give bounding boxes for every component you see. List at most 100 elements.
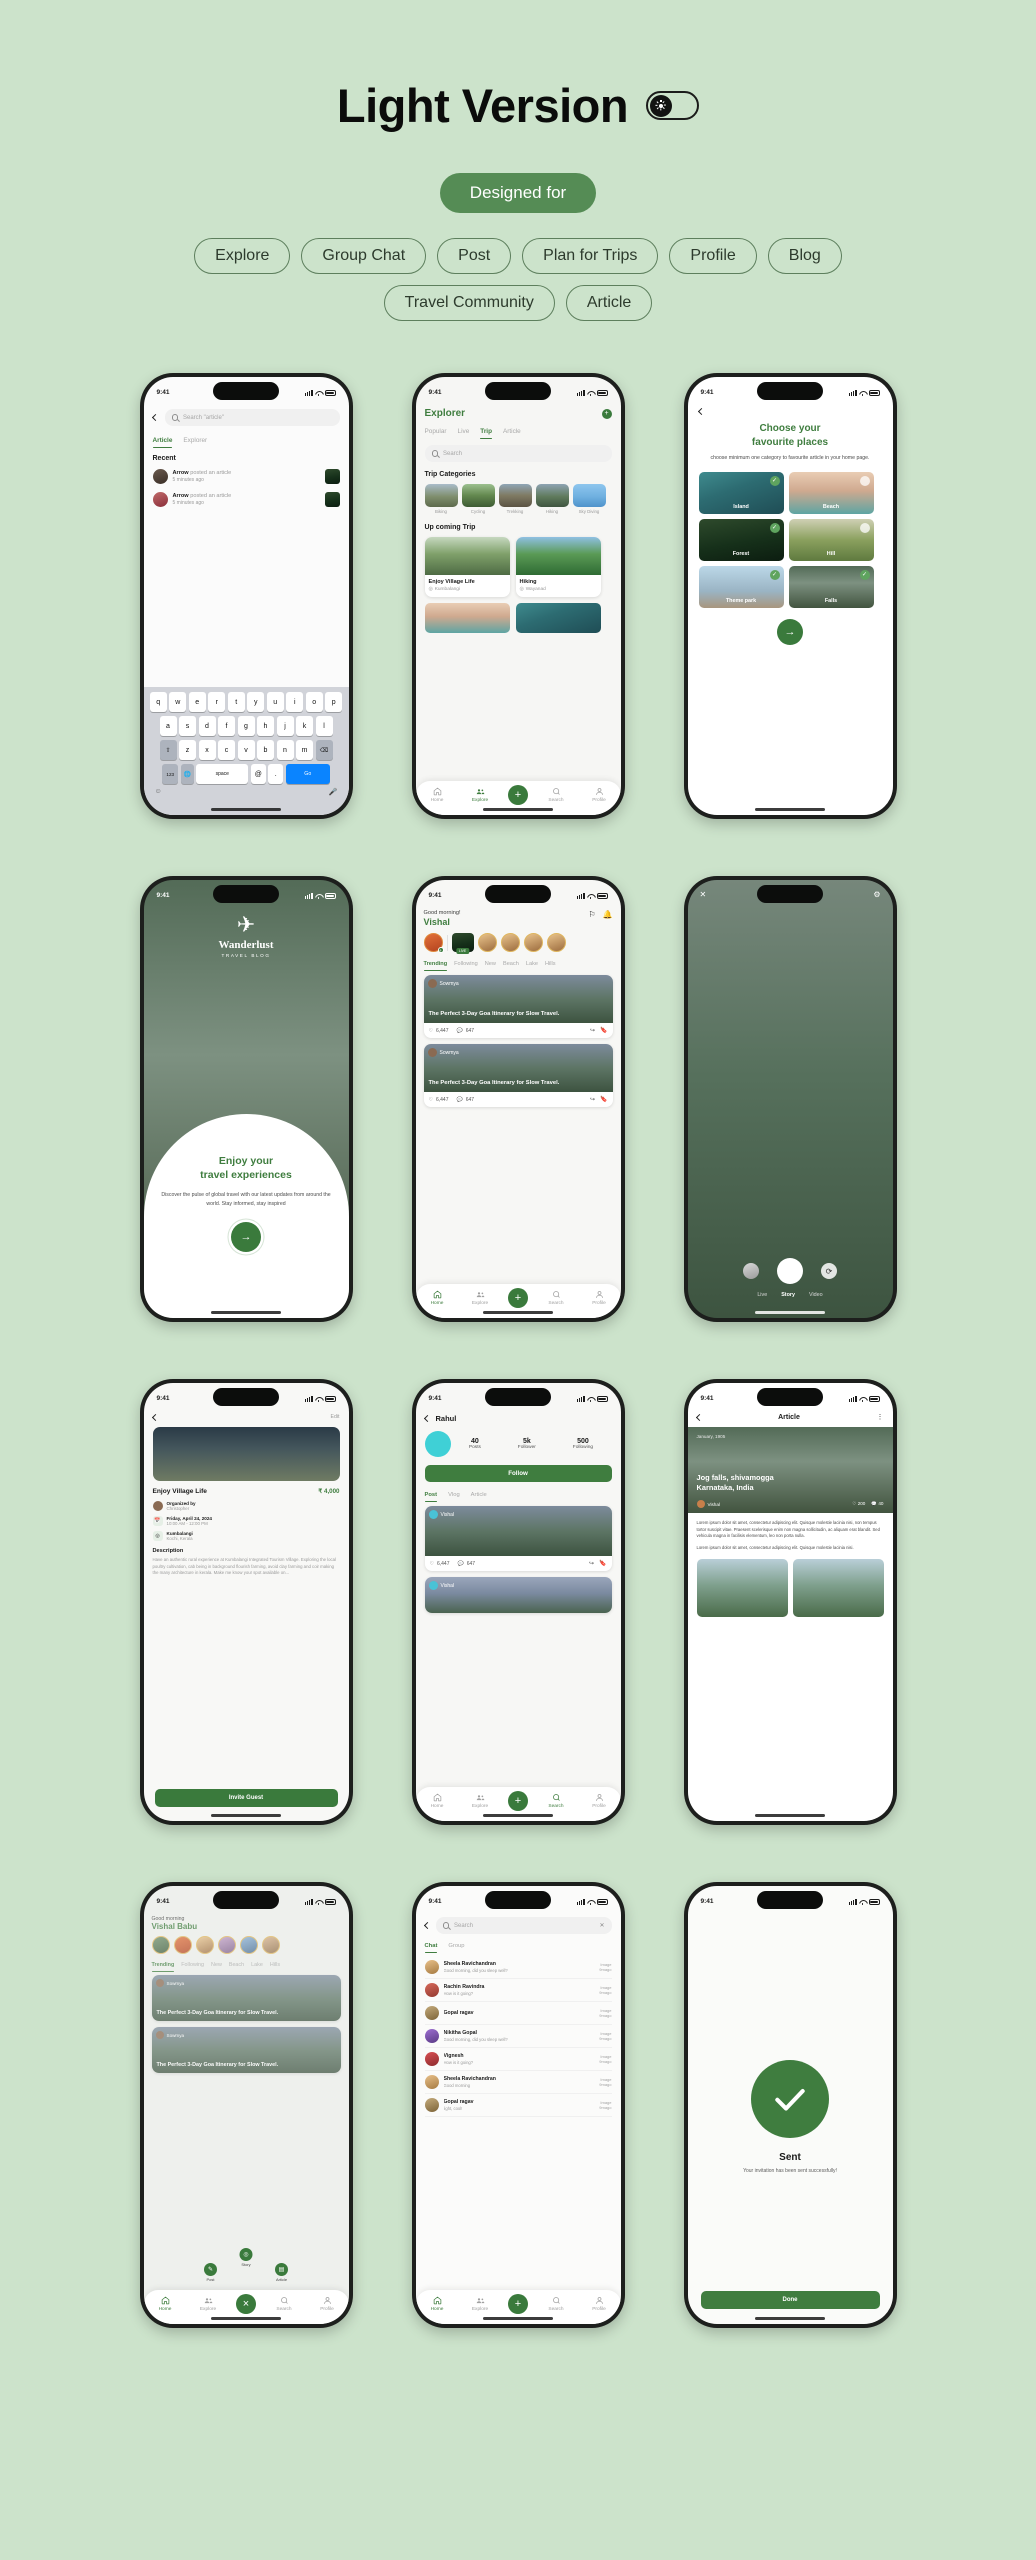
tab-following[interactable]: Following: [181, 1962, 204, 1968]
tab-article[interactable]: Article: [503, 428, 521, 435]
theme-toggle[interactable]: [646, 91, 700, 120]
back-icon[interactable]: [697, 407, 705, 416]
chip-explore[interactable]: Explore: [194, 238, 291, 274]
share-icon[interactable]: ↪: [589, 1560, 594, 1567]
key-l[interactable]: l: [315, 716, 333, 736]
nav-explore[interactable]: Explore: [465, 1290, 495, 1306]
key-t[interactable]: t: [227, 692, 245, 712]
create-post-button[interactable]: +: [508, 1791, 528, 1811]
comment-icon[interactable]: 💬: [457, 1097, 463, 1103]
create-post-button[interactable]: +: [508, 785, 528, 805]
chip-post[interactable]: Post: [437, 238, 512, 274]
nav-profile[interactable]: Profile: [584, 2296, 614, 2312]
nav-search[interactable]: Search: [541, 787, 571, 803]
category-cycling[interactable]: Cycling: [461, 484, 495, 514]
nav-home[interactable]: Home: [422, 787, 452, 803]
fan-option-post[interactable]: ✎ Post: [204, 2263, 217, 2282]
chat-list-item[interactable]: Gopal ragav light, cool! Image 9mago: [424, 2094, 612, 2117]
tab-trending[interactable]: Trending: [423, 961, 447, 971]
key-k[interactable]: k: [296, 716, 313, 736]
category-hiking[interactable]: Hiking: [535, 484, 569, 514]
onboarding-cta-button[interactable]: →: [231, 1221, 261, 1252]
chat-list-item[interactable]: Sheela Ravichandran Good morning, did you…: [424, 1956, 612, 1979]
story-avatar[interactable]: [523, 933, 543, 952]
list-item[interactable]: Arrow posted an article 5 minutes ago: [152, 492, 340, 507]
key-n[interactable]: n: [276, 740, 294, 760]
trip-card[interactable]: Hiking ◎ Wayanad: [515, 537, 601, 597]
story-rail[interactable]: + LIVE: [423, 933, 613, 954]
tab-following[interactable]: Following: [454, 961, 478, 967]
fan-option-story[interactable]: ◎ Story: [239, 2248, 253, 2267]
heart-icon[interactable]: ♡: [430, 1561, 434, 1567]
key-v[interactable]: v: [237, 740, 255, 760]
key-123[interactable]: 123: [162, 764, 179, 784]
close-icon[interactable]: ✕: [599, 1922, 604, 1929]
tab-popular[interactable]: Popular: [425, 428, 447, 435]
tab-live[interactable]: Live: [458, 428, 470, 435]
shutter-button[interactable]: [777, 1258, 803, 1284]
nav-home[interactable]: Home: [422, 1290, 452, 1306]
nav-search[interactable]: Search: [541, 2296, 571, 2312]
emoji-icon[interactable]: ☺: [155, 788, 162, 796]
create-post-button[interactable]: +: [508, 2294, 528, 2314]
nav-search[interactable]: Search: [541, 1793, 571, 1809]
key-f[interactable]: f: [218, 716, 235, 736]
story-avatar[interactable]: [546, 933, 566, 952]
place-forest[interactable]: ✓ Forest: [698, 518, 784, 561]
nav-search[interactable]: Search: [541, 1290, 571, 1306]
back-icon[interactable]: [695, 1413, 703, 1421]
key-r[interactable]: r: [208, 692, 226, 712]
nav-home[interactable]: Home: [422, 1793, 452, 1809]
comment-icon[interactable]: 💬: [871, 1501, 877, 1506]
close-fan-menu-button[interactable]: ×: [236, 2294, 256, 2314]
key-o[interactable]: o: [305, 692, 323, 712]
list-item[interactable]: Arrow posted an article 5 minutes ago: [152, 469, 340, 484]
gallery-thumbnail[interactable]: [743, 1263, 759, 1279]
trip-card[interactable]: [424, 603, 510, 633]
mode-live[interactable]: Live: [757, 1292, 767, 1298]
tab-explorer[interactable]: Explorer: [183, 437, 207, 444]
mic-icon[interactable]: 🎤: [329, 788, 338, 796]
place-island[interactable]: ✓ Island: [698, 471, 784, 514]
add-story-icon[interactable]: ⚐: [588, 910, 595, 919]
chip-travel-community[interactable]: Travel Community: [383, 285, 555, 321]
flip-camera-icon[interactable]: ⟳: [821, 1263, 837, 1279]
place-beach[interactable]: Beach: [788, 471, 874, 514]
mode-story[interactable]: Story: [781, 1292, 795, 1298]
tab-group[interactable]: Group: [448, 1943, 464, 1949]
chip-plan-for-trips[interactable]: Plan for Trips: [522, 238, 659, 274]
key-go[interactable]: Go: [285, 764, 330, 784]
heart-icon[interactable]: ♡: [429, 1028, 433, 1034]
post-card[interactable]: Sowmya The Perfect 3-Day Goa Itinerary f…: [151, 2027, 341, 2073]
nav-home[interactable]: Home: [422, 2296, 452, 2312]
chat-list-item[interactable]: Vignesh How is it going? Image 9mago: [424, 2048, 612, 2071]
key-w[interactable]: w: [169, 692, 187, 712]
key-q[interactable]: q: [149, 692, 167, 712]
tab-chat[interactable]: Chat: [424, 1943, 437, 1953]
backspace-icon[interactable]: ⌫: [315, 740, 333, 760]
post-card[interactable]: Sowmya The Perfect 3-Day Goa Itinerary f…: [423, 1044, 613, 1107]
key-a[interactable]: a: [159, 716, 177, 736]
keyboard[interactable]: q w e r t y u i o p a s d f g h j k l ⇧ …: [143, 687, 349, 815]
key-y[interactable]: y: [247, 692, 265, 712]
key-z[interactable]: z: [179, 740, 196, 760]
tab-beach[interactable]: Beach: [503, 961, 519, 967]
category-trekking[interactable]: Trekking: [498, 484, 532, 514]
back-icon[interactable]: [151, 1413, 159, 1421]
comment-icon[interactable]: 💬: [458, 1561, 464, 1567]
key-b[interactable]: b: [257, 740, 274, 760]
post-card[interactable]: Sowmya The Perfect 3-Day Goa Itinerary f…: [423, 975, 613, 1038]
bell-icon[interactable]: 🔔: [603, 910, 613, 919]
tab-new[interactable]: New: [485, 961, 496, 967]
tab-lake[interactable]: Lake: [526, 961, 538, 967]
chip-profile[interactable]: Profile: [669, 238, 757, 274]
create-post-button[interactable]: +: [508, 1288, 528, 1308]
add-icon[interactable]: +: [437, 947, 444, 953]
invite-guest-button[interactable]: Invite Guest: [154, 1789, 338, 1807]
key-d[interactable]: d: [198, 716, 216, 736]
next-button[interactable]: →: [777, 618, 803, 645]
chat-list-item[interactable]: Gopal ragav Image 9mago: [424, 2002, 612, 2025]
share-icon[interactable]: ↪: [590, 1027, 595, 1034]
place-falls[interactable]: ✓ Falls: [788, 565, 874, 608]
back-icon[interactable]: [423, 1921, 431, 1930]
